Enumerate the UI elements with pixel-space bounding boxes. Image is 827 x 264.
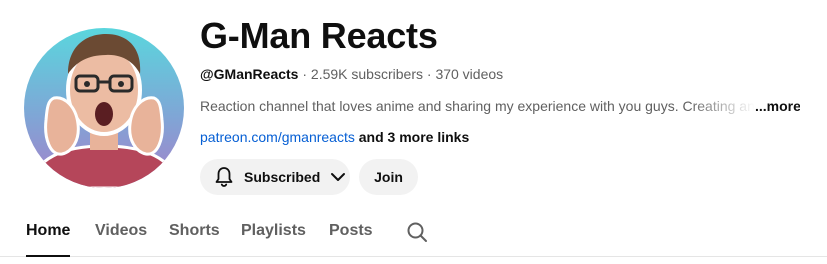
subscriber-count: 2.59K subscribers	[310, 66, 423, 82]
channel-links: patreon.com/gmanreacts and 3 more links	[200, 127, 469, 147]
more-links-button[interactable]: and 3 more links	[359, 129, 469, 145]
channel-description[interactable]: Reaction channel that loves anime and sh…	[200, 96, 800, 116]
search-icon[interactable]	[405, 220, 429, 244]
meta-separator: ·	[298, 66, 311, 82]
meta-separator: ·	[422, 66, 436, 82]
tab-posts[interactable]: Posts	[329, 208, 373, 256]
tab-videos[interactable]: Videos	[95, 208, 147, 256]
join-label: Join	[374, 169, 403, 185]
subscribed-button[interactable]: Subscribed	[200, 159, 350, 195]
patreon-link[interactable]: patreon.com/gmanreacts	[200, 129, 355, 145]
description-text: Reaction channel that loves anime and sh…	[200, 98, 755, 114]
avatar-image	[24, 28, 184, 188]
join-button[interactable]: Join	[359, 159, 418, 195]
subscribed-label: Subscribed	[244, 169, 321, 185]
tab-home[interactable]: Home	[26, 208, 71, 257]
channel-tabs: Home Videos Shorts Playlists Posts	[0, 208, 827, 257]
description-more-button[interactable]: ...more	[755, 96, 800, 116]
channel-handle: @GManReacts	[200, 66, 299, 82]
tab-shorts[interactable]: Shorts	[169, 208, 220, 256]
bell-icon	[212, 165, 236, 189]
channel-title: G-Man Reacts	[200, 15, 438, 56]
chevron-down-icon	[326, 165, 350, 189]
channel-avatar[interactable]	[24, 28, 184, 188]
channel-meta: @GManReacts · 2.59K subscribers · 370 vi…	[200, 64, 503, 84]
tab-playlists[interactable]: Playlists	[241, 208, 306, 256]
video-count: 370 videos	[435, 66, 504, 82]
